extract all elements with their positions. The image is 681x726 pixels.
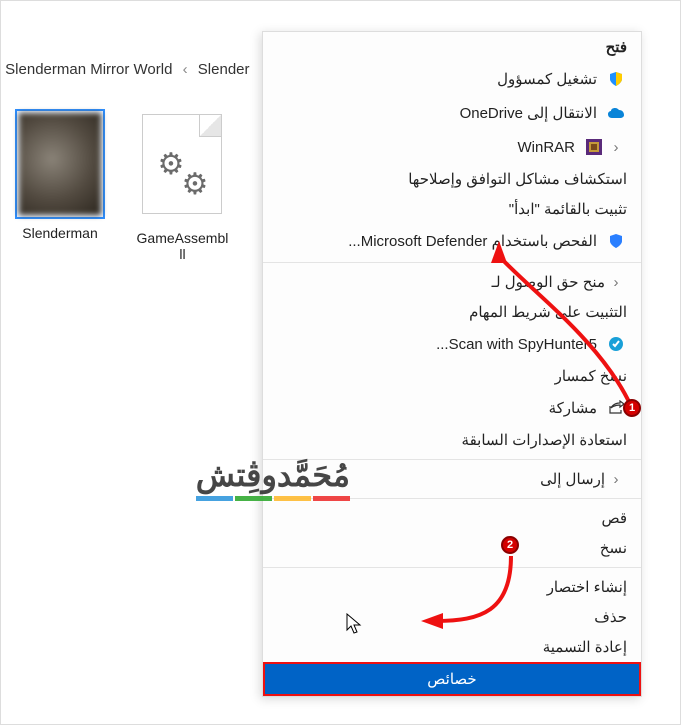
menu-separator	[263, 262, 641, 263]
file-list[interactable]: Slenderman ⚙ ⚙ GameAssemblll	[1, 101, 250, 724]
file-label: GameAssemblll	[127, 230, 237, 262]
chevron-left-icon: ‹	[605, 139, 627, 156]
menu-rename[interactable]: إعادة التسمية	[263, 632, 641, 662]
menu-properties[interactable]: خصائص	[263, 662, 641, 696]
menu-separator	[263, 567, 641, 568]
breadcrumb[interactable]: Slenderman Mirror World ‹ Slender	[1, 61, 250, 78]
shield-icon	[605, 68, 627, 90]
breadcrumb-separator: ‹	[183, 61, 188, 78]
watermark: مُحَمَّدوڤِتش	[196, 456, 350, 501]
file-thumbnail[interactable]	[15, 109, 105, 219]
annotation-badge-1: 1	[623, 399, 641, 417]
menu-pin-taskbar[interactable]: التثبيت على شريط المهام	[263, 297, 641, 327]
menu-pin-start[interactable]: تثبيت بالقائمة "ابدأ"	[263, 194, 641, 224]
shield-icon	[605, 230, 627, 252]
menu-open[interactable]: فتح	[263, 32, 641, 62]
file-item-slenderman[interactable]: Slenderman	[5, 109, 115, 241]
menu-delete[interactable]: حذف	[263, 602, 641, 632]
spyhunter-icon	[605, 333, 627, 355]
annotation-badge-2: 2	[501, 536, 519, 554]
menu-cut[interactable]: قص	[263, 503, 641, 533]
gear-icon: ⚙	[181, 167, 208, 202]
menu-restore-versions[interactable]: استعادة الإصدارات السابقة	[263, 425, 641, 455]
menu-create-shortcut[interactable]: إنشاء اختصار	[263, 572, 641, 602]
file-item-gameassembly[interactable]: ⚙ ⚙ GameAssemblll	[127, 109, 237, 262]
menu-onedrive[interactable]: الانتقال إلى OneDrive	[263, 96, 641, 130]
menu-copy[interactable]: نسخ	[263, 533, 641, 563]
menu-run-as-admin[interactable]: تشغيل كمسؤول	[263, 62, 641, 96]
cloud-icon	[605, 102, 627, 124]
chevron-left-icon: ‹	[605, 274, 627, 291]
winrar-icon	[583, 136, 605, 158]
menu-share[interactable]: مشاركة	[263, 391, 641, 425]
menu-winrar[interactable]: ‹ WinRAR	[263, 130, 641, 164]
file-icon: ⚙ ⚙	[137, 114, 227, 224]
gear-icon: ⚙	[157, 147, 184, 182]
breadcrumb-part[interactable]: Slenderman Mirror World	[5, 61, 172, 78]
context-menu: فتح تشغيل كمسؤول الانتقال إلى OneDrive ‹…	[262, 31, 642, 697]
chevron-left-icon: ‹	[605, 471, 627, 488]
menu-compat-troubleshoot[interactable]: استكشاف مشاكل التوافق وإصلاحها	[263, 164, 641, 194]
breadcrumb-part[interactable]: Slender	[198, 61, 250, 78]
menu-spyhunter[interactable]: Scan with SpyHunter5...	[263, 327, 641, 361]
file-label: Slenderman	[5, 225, 115, 241]
menu-defender-scan[interactable]: الفحص باستخدام Microsoft Defender...	[263, 224, 641, 258]
menu-grant-access[interactable]: ‹ منح حق الوصول لـ	[263, 267, 641, 297]
menu-copy-path[interactable]: نسخ كمسار	[263, 361, 641, 391]
